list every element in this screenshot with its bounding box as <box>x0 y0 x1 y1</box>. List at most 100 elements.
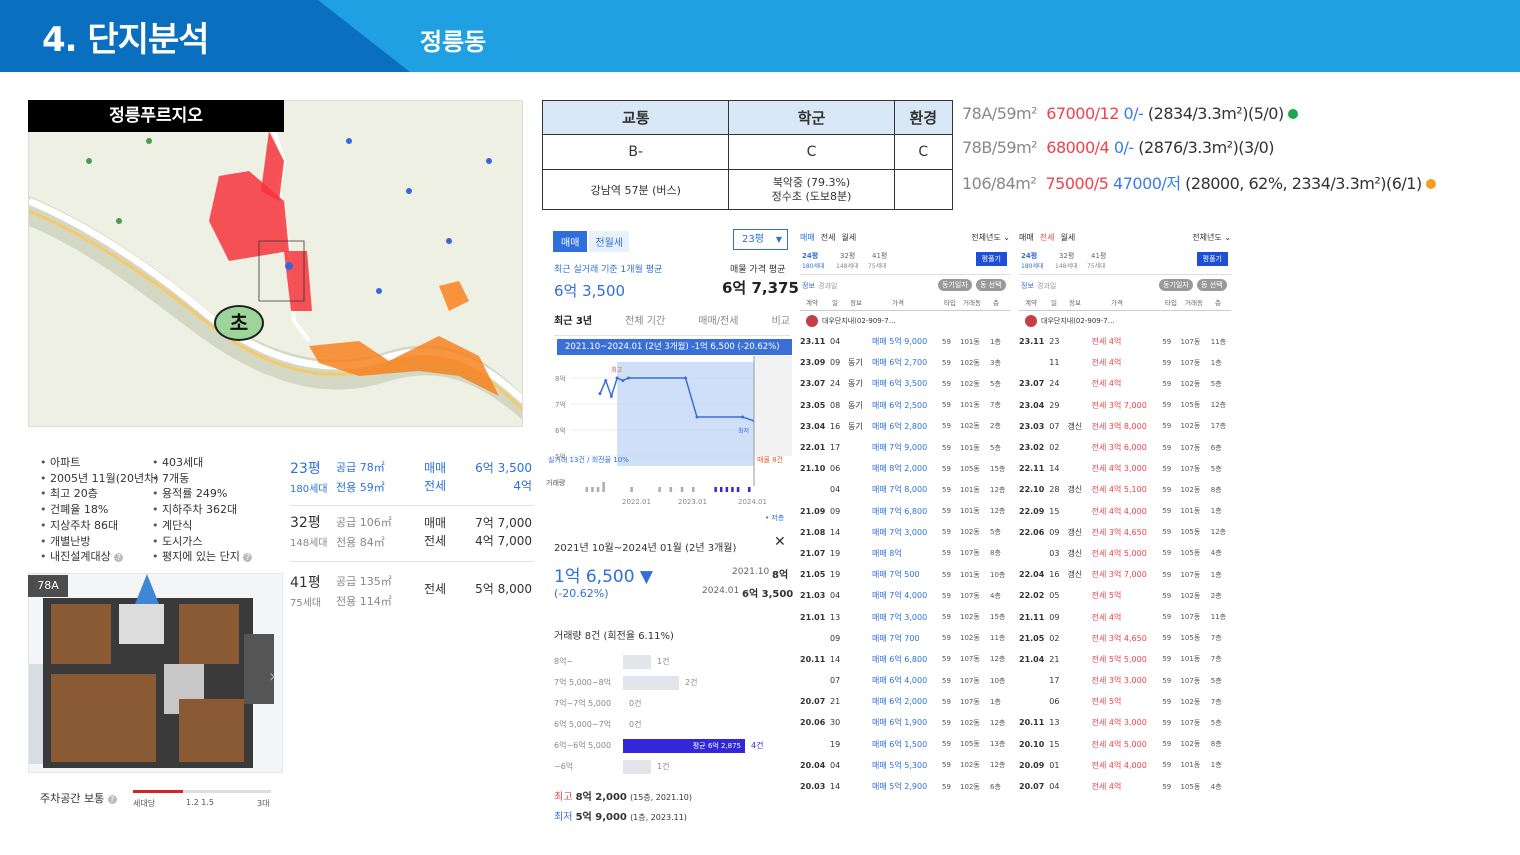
elapsed-toggle[interactable]: 경과일 <box>1037 281 1056 291</box>
dong-chip[interactable]: 동 선택 <box>976 279 1006 291</box>
deal-row[interactable]: 06 전세 5억 59 102동 7층 <box>1019 691 1231 712</box>
deal-row[interactable]: 09 매매 7억 700 59 102동 11층 <box>800 628 1010 649</box>
deal-row[interactable]: 20.07 04 전세 4억 59 105동 4층 <box>1019 776 1231 797</box>
size-tab[interactable]: 24평 <box>802 251 818 261</box>
histogram-bar[interactable] <box>623 655 651 669</box>
deal-row[interactable]: 22.02 05 전세 5억 59 102동 2층 <box>1019 585 1231 606</box>
deal-row[interactable]: 21.09 09 매매 7억 6,800 59 101동 12층 <box>800 501 1010 522</box>
help-icon[interactable]: ? <box>243 552 253 562</box>
deal-row[interactable]: 23.11 04 매매 5억 9,000 59 101동 1층 <box>800 331 1010 352</box>
type-row[interactable]: 23평 180세대 공급 78㎡ 전용 59㎡ 매매 전세 6억 3,500 4… <box>290 456 534 506</box>
deal-row[interactable]: 19 매매 6억 1,500 59 105동 13층 <box>800 734 1010 755</box>
deal-row[interactable]: 21.08 14 매매 7억 3,000 59 102동 5층 <box>800 522 1010 543</box>
deal-row[interactable]: 21.03 04 매매 7억 4,000 59 107동 4층 <box>800 585 1010 606</box>
expand-button[interactable]: 평풀기 <box>1196 252 1228 266</box>
deal-row[interactable]: 20.11 13 전세 4억 3,000 59 107동 5층 <box>1019 712 1231 733</box>
tab-sale[interactable]: 매매 <box>800 232 815 243</box>
tab-sale-rent[interactable]: 매매/전세 <box>698 312 738 327</box>
tab-compare[interactable]: 비교 <box>772 312 790 327</box>
info-toggle[interactable]: 정보 <box>802 281 815 291</box>
deal-row[interactable]: 21.07 19 매매 8억 59 107동 8층 <box>800 543 1010 564</box>
type-row[interactable]: 41평 75세대 공급 135㎡ 전용 114㎡ 전세 5억 8,000 <box>290 562 534 612</box>
deal-row[interactable]: 23.02 02 전세 3억 6,000 59 107동 6층 <box>1019 437 1231 458</box>
elementary-school-marker[interactable]: 초 <box>214 305 264 341</box>
deal-row[interactable]: 21.04 21 전세 5억 5,000 59 101동 7층 <box>1019 649 1231 670</box>
tab-all-period[interactable]: 전체 기간 <box>625 312 665 327</box>
deal-row[interactable]: 22.09 15 전세 4억 4,000 59 101동 1층 <box>1019 501 1231 522</box>
deal-info <box>1067 628 1091 649</box>
close-icon[interactable]: ✕ <box>774 534 786 550</box>
deal-row[interactable]: 07 매매 6억 4,000 59 107동 10층 <box>800 670 1010 691</box>
size-select[interactable]: 23평 ▼ <box>733 229 788 250</box>
deal-row[interactable]: 04 매매 7억 8,000 59 101동 12층 <box>800 479 1010 500</box>
type-row[interactable]: 32평 148세대 공급 106㎡ 전용 84㎡ 매매 전세 7억 7,000 … <box>290 506 534 562</box>
deal-row[interactable]: 20.06 30 매매 6억 1,900 59 102동 12층 <box>800 712 1010 733</box>
deal-row[interactable]: 23.03 07 갱신 전세 3억 8,000 59 102동 17층 <box>1019 416 1231 437</box>
histogram-bar[interactable]: 평균 6억 2,875 <box>623 739 745 753</box>
deal-row[interactable]: 20.04 04 매매 5억 5,300 59 102동 12층 <box>800 755 1010 776</box>
floorplan-image[interactable]: › <box>28 573 283 773</box>
deal-row[interactable]: 23.11 23 전세 4억 59 107동 11층 <box>1019 331 1231 352</box>
deal-row[interactable]: 11 전세 4억 59 107동 1층 <box>1019 352 1231 373</box>
expand-button[interactable]: 평풀기 <box>975 252 1007 266</box>
size-tab[interactable]: 41평 <box>872 251 887 261</box>
deal-row[interactable]: 20.07 21 매매 6억 2,000 59 107동 1층 <box>800 691 1010 712</box>
histogram-bar[interactable] <box>623 676 679 690</box>
deal-row[interactable]: 17 전세 3억 3,000 59 107동 5층 <box>1019 670 1231 691</box>
tab-recent-3y[interactable]: 최근 3년 <box>554 312 592 327</box>
dong-chip[interactable]: 동 선택 <box>1197 279 1227 291</box>
deal-row[interactable]: 21.05 02 전세 3억 4,650 59 105동 7층 <box>1019 628 1231 649</box>
deal-row[interactable]: 23.09 09 동기 매매 6억 2,700 59 102동 3층 <box>800 352 1010 373</box>
deal-price: 전세 5억 5,000 <box>1091 654 1147 664</box>
next-arrow-icon[interactable]: › <box>269 666 276 687</box>
size-tab[interactable]: 32평 <box>840 251 855 261</box>
date-chip[interactable]: 동기일자 <box>938 279 972 291</box>
low-label: 최저 <box>554 812 573 823</box>
deal-row[interactable]: 20.11 14 매매 6억 6,800 59 107동 12층 <box>800 649 1010 670</box>
tab-sale[interactable]: 매매 <box>553 231 588 252</box>
agent-row[interactable]: 대우단지내(02-909-7… <box>1019 311 1231 331</box>
size-tab[interactable]: 32평 <box>1059 251 1074 261</box>
deal-row[interactable]: 23.05 08 동기 매매 6억 2,500 59 101동 7층 <box>800 395 1010 416</box>
size-tab[interactable]: 41평 <box>1091 251 1106 261</box>
elapsed-toggle[interactable]: 경과일 <box>818 281 837 291</box>
price-line-chart[interactable]: 8억7억6억5억2022.01 2023.01 2024.01최고최저 <box>540 356 792 512</box>
tab-jeonse[interactable]: 전세 <box>1040 232 1055 243</box>
deal-row[interactable]: 22.01 17 매매 7억 9,000 59 101동 5층 <box>800 437 1010 458</box>
help-icon[interactable]: ? <box>114 552 124 562</box>
deal-floor: 12층 <box>990 761 1006 770</box>
histogram-bar[interactable] <box>623 760 651 774</box>
period-select[interactable]: 전체년도 ⌄ <box>971 232 1010 243</box>
tab-rent[interactable]: 전월세 <box>589 231 630 252</box>
info-toggle[interactable]: 정보 <box>1021 281 1034 291</box>
deal-row[interactable]: 03 갱신 전세 4억 5,000 59 105동 4층 <box>1019 543 1231 564</box>
deal-row[interactable]: 20.09 01 전세 4억 4,000 59 101동 1층 <box>1019 755 1231 776</box>
deal-row[interactable]: 20.10 15 전세 4억 5,000 59 102동 8층 <box>1019 734 1231 755</box>
deal-row[interactable]: 20.03 14 매매 5억 2,900 59 102동 6층 <box>800 776 1010 797</box>
section-title: 4. 단지분석 <box>42 20 210 60</box>
complex-map[interactable] <box>28 100 523 427</box>
deal-row[interactable]: 23.04 29 전세 3억 7,000 59 105동 12층 <box>1019 395 1231 416</box>
agent-row[interactable]: 대우단지내(02-909-7… <box>800 311 1010 331</box>
deal-row[interactable]: 22.11 14 전세 4억 3,000 59 107동 5층 <box>1019 458 1231 479</box>
deal-row[interactable]: 22.06 09 갱신 전세 3억 4,650 59 105동 12층 <box>1019 522 1231 543</box>
deal-row[interactable]: 23.04 16 동기 매매 6억 2,800 59 102동 2층 <box>800 416 1010 437</box>
size-tab[interactable]: 24평 <box>1021 251 1037 261</box>
deal-row[interactable]: 21.05 19 매매 7억 500 59 101동 10층 <box>800 564 1010 585</box>
tab-monthly[interactable]: 월세 <box>841 232 856 243</box>
deal-row[interactable]: 21.01 13 매매 7억 3,000 59 102동 15층 <box>800 606 1010 627</box>
date-chip[interactable]: 동기일자 <box>1159 279 1193 291</box>
deal-row[interactable]: 23.07 24 전세 4억 59 102동 5층 <box>1019 373 1231 394</box>
deal-row[interactable]: 22.10 28 갱신 전세 4억 5,100 59 102동 8층 <box>1019 479 1231 500</box>
tab-jeonse[interactable]: 전세 <box>821 232 836 243</box>
tab-monthly[interactable]: 월세 <box>1060 232 1075 243</box>
period-select[interactable]: 전체년도 ⌄ <box>1192 232 1231 243</box>
fact-item[interactable]: 내진설계대상 ? <box>40 549 159 565</box>
help-icon[interactable]: ? <box>107 794 117 804</box>
fact-item[interactable]: 평지에 있는 단지 ? <box>152 549 253 565</box>
tab-sale[interactable]: 매매 <box>1019 232 1034 243</box>
deal-row[interactable]: 21.10 06 매매 8억 2,000 59 105동 15층 <box>800 458 1010 479</box>
deal-row[interactable]: 22.04 16 갱신 전세 3억 7,000 59 107동 1층 <box>1019 564 1231 585</box>
deal-row[interactable]: 21.11 09 전세 4억 59 107동 11층 <box>1019 606 1231 627</box>
deal-row[interactable]: 23.07 24 동기 매매 6억 3,500 59 102동 5층 <box>800 373 1010 394</box>
